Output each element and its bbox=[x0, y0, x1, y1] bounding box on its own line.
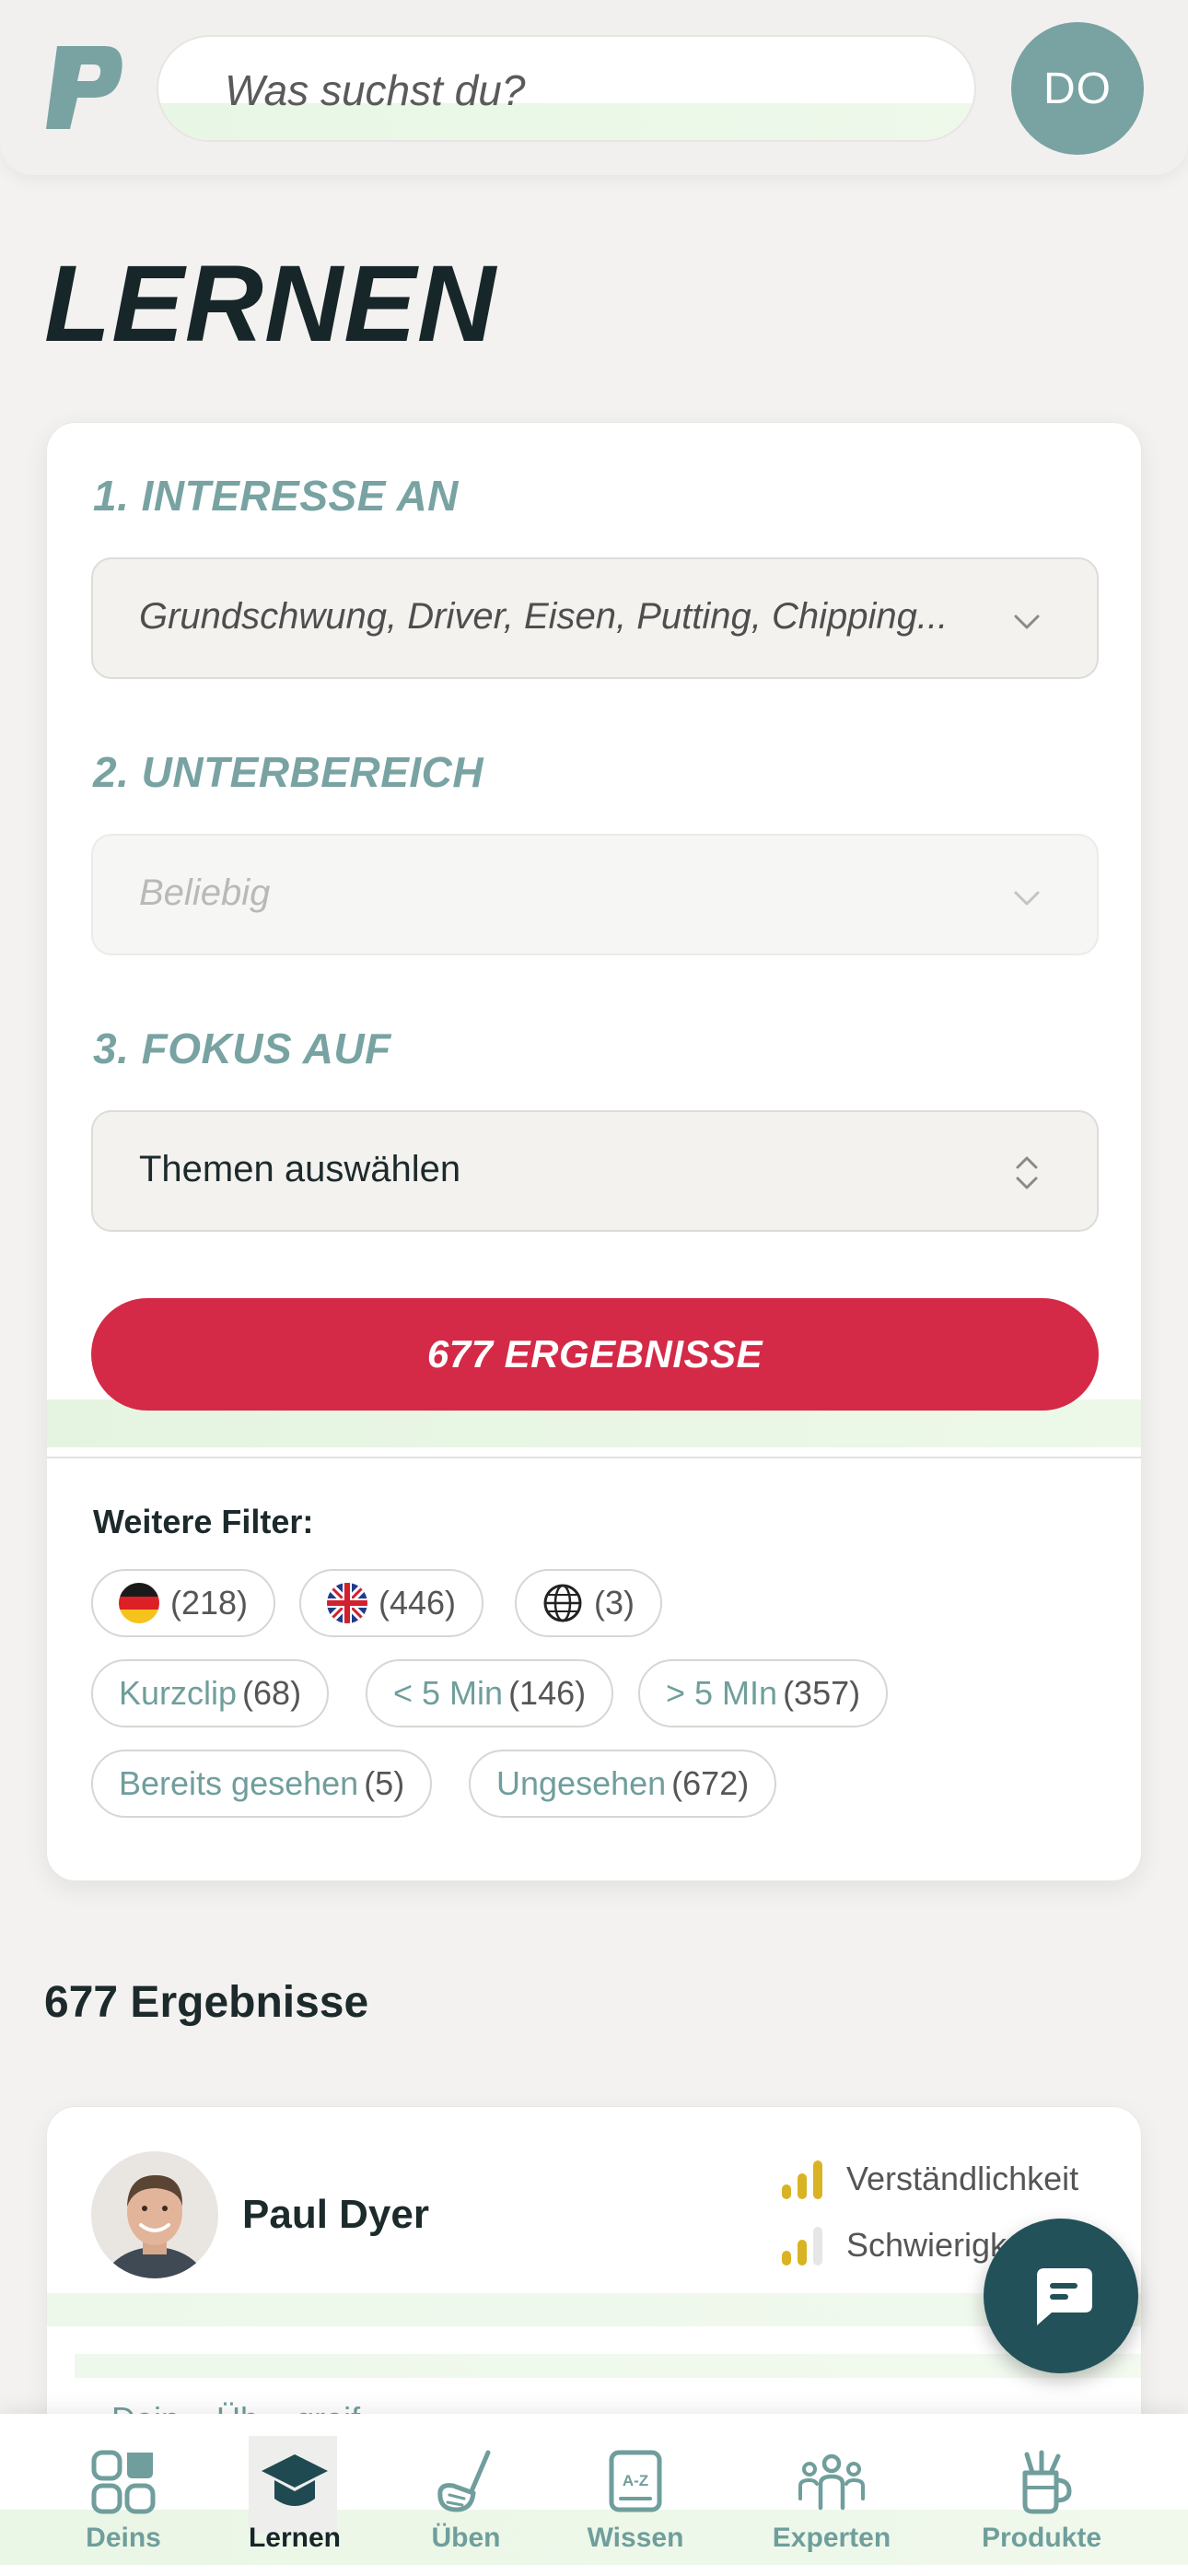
nav-label: Üben bbox=[431, 2523, 501, 2553]
golf-bag-icon bbox=[1022, 2450, 1072, 2514]
chat-icon bbox=[1037, 2268, 1092, 2325]
filter-card: 1. INTERESSE AN Grundschwung, Driver, Ei… bbox=[46, 422, 1142, 1881]
chip-count: (446) bbox=[379, 1584, 457, 1622]
nav-label: Produkte bbox=[981, 2523, 1102, 2553]
chip-already-seen[interactable]: Bereits gesehen (5) bbox=[91, 1750, 433, 1818]
golf-club-icon bbox=[437, 2450, 491, 2512]
dictionary-icon: A-Z bbox=[609, 2450, 662, 2512]
card-highlight bbox=[47, 2293, 1141, 2326]
people-group-icon bbox=[798, 2453, 865, 2511]
chip-language-international[interactable]: (3) bbox=[515, 1569, 662, 1637]
chip-kurzclip[interactable]: Kurzclip (68) bbox=[91, 1659, 330, 1727]
trainer-avatar bbox=[91, 2151, 218, 2278]
chat-button[interactable] bbox=[984, 2219, 1138, 2373]
more-filters-label: Weitere Filter: bbox=[93, 1503, 314, 1540]
chip-label: Bereits gesehen bbox=[119, 1764, 359, 1802]
bottom-navigation: Deins Lernen Üben A-Z Wissen Experten Pr… bbox=[0, 2414, 1188, 2576]
page-title: LERNEN bbox=[44, 243, 497, 365]
interest-label: 1. INTERESSE AN bbox=[93, 472, 459, 520]
trainer-name: Paul Dyer bbox=[242, 2192, 429, 2237]
chip-label: Ungesehen bbox=[496, 1764, 667, 1802]
graduation-cap-icon bbox=[262, 2454, 328, 2506]
nav-experten[interactable]: Experten bbox=[772, 2414, 891, 2576]
nav-label: Deins bbox=[86, 2523, 161, 2553]
svg-text:A-Z: A-Z bbox=[623, 2472, 648, 2489]
nav-label: Wissen bbox=[587, 2523, 684, 2553]
results-count: 677 Ergebnisse bbox=[44, 1978, 369, 2027]
search-bar[interactable] bbox=[157, 35, 976, 142]
chip-count: (3) bbox=[594, 1584, 635, 1622]
chip-count: (672) bbox=[671, 1764, 750, 1802]
nav-ueben[interactable]: Üben bbox=[429, 2414, 503, 2576]
chevron-down-icon bbox=[1014, 891, 1040, 906]
level-bars-icon bbox=[782, 2227, 822, 2266]
nav-produkte[interactable]: Produkte bbox=[982, 2414, 1101, 2576]
chip-count: (146) bbox=[508, 1674, 587, 1712]
chip-count: (5) bbox=[364, 1764, 405, 1802]
nav-lernen[interactable]: Lernen bbox=[249, 2414, 341, 2576]
chip-label: > 5 MIn bbox=[666, 1674, 778, 1712]
focus-select[interactable]: Themen auswählen bbox=[91, 1110, 1099, 1232]
top-header: DO bbox=[0, 0, 1188, 175]
interest-select-value: Grundschwung, Driver, Eisen, Putting, Ch… bbox=[139, 596, 949, 637]
subarea-select-value: Beliebig bbox=[139, 872, 271, 913]
nav-label: Lernen bbox=[248, 2523, 342, 2553]
card-highlight bbox=[75, 2354, 1141, 2378]
metric-difficulty: Schwierigk bbox=[780, 2223, 1007, 2267]
chip-over-5-min[interactable]: > 5 MIn (357) bbox=[638, 1659, 889, 1727]
interest-select[interactable]: Grundschwung, Driver, Eisen, Putting, Ch… bbox=[91, 557, 1099, 679]
nav-label: Experten bbox=[772, 2523, 891, 2553]
chip-under-5-min[interactable]: < 5 Min (146) bbox=[366, 1659, 614, 1727]
updown-chevron-icon bbox=[1016, 1156, 1038, 1189]
metric-label: Verständlichkeit bbox=[846, 2160, 1079, 2197]
level-bars-icon bbox=[782, 2160, 822, 2199]
focus-label: 3. FOKUS AUF bbox=[93, 1025, 391, 1072]
chevron-down-icon bbox=[1014, 615, 1040, 629]
divider bbox=[47, 1457, 1141, 1458]
metric-comprehensibility: Verständlichkeit bbox=[780, 2157, 1078, 2201]
subarea-select[interactable]: Beliebig bbox=[91, 834, 1099, 955]
chip-count: (357) bbox=[783, 1674, 861, 1712]
subarea-label: 2. UNTERBEREICH bbox=[93, 748, 484, 796]
globe-icon bbox=[542, 1583, 583, 1623]
chip-count: (68) bbox=[242, 1674, 302, 1712]
chip-label: Kurzclip bbox=[119, 1674, 238, 1712]
uk-flag-icon bbox=[327, 1583, 367, 1623]
user-avatar[interactable]: DO bbox=[1011, 22, 1144, 155]
search-input[interactable] bbox=[225, 64, 833, 116]
chip-language-english[interactable]: (446) bbox=[299, 1569, 484, 1637]
focus-select-value: Themen auswählen bbox=[139, 1149, 461, 1189]
app-logo[interactable] bbox=[41, 41, 125, 133]
nav-wissen[interactable]: A-Z Wissen bbox=[587, 2414, 684, 2576]
chip-language-german[interactable]: (218) bbox=[91, 1569, 276, 1637]
show-results-button[interactable]: 677 ERGEBNISSE bbox=[91, 1298, 1099, 1411]
chip-count: (218) bbox=[170, 1584, 249, 1622]
metric-label: Schwierigk bbox=[846, 2226, 1007, 2264]
nav-deins[interactable]: Deins bbox=[86, 2414, 161, 2576]
chip-unseen[interactable]: Ungesehen (672) bbox=[469, 1750, 777, 1818]
german-flag-icon bbox=[119, 1583, 159, 1623]
chip-label: < 5 Min bbox=[393, 1674, 504, 1712]
grid-icon bbox=[91, 2450, 156, 2514]
